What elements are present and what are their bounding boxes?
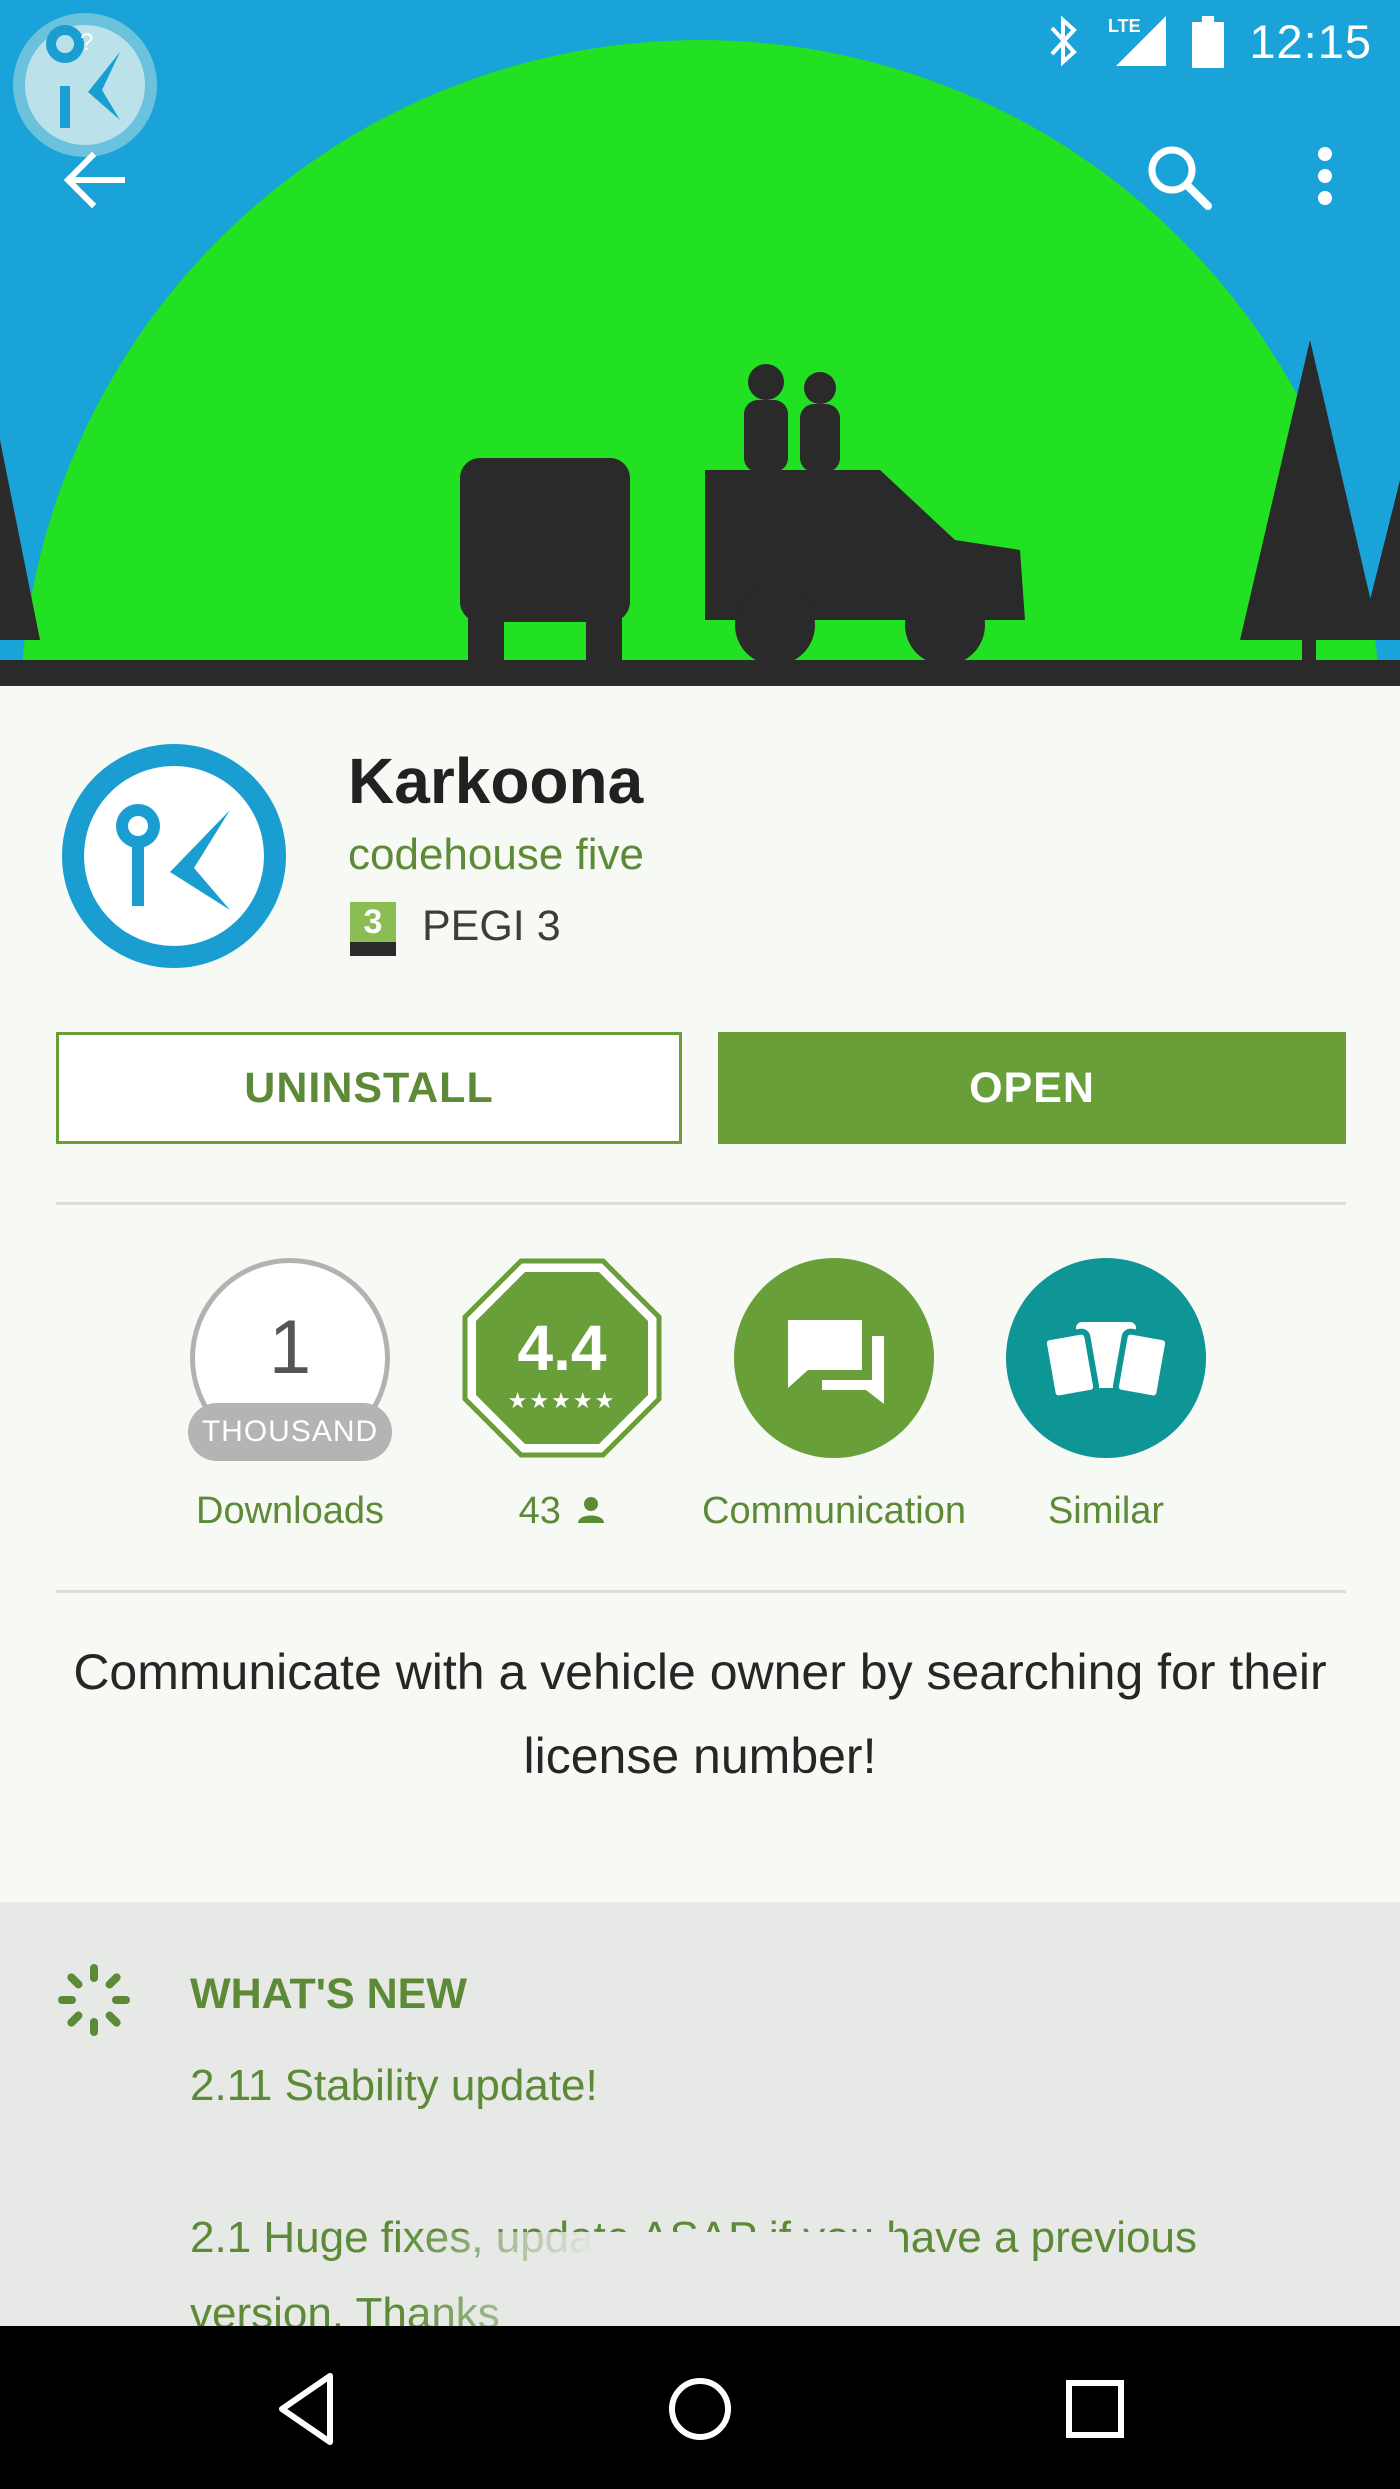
svg-text:?: ? bbox=[80, 29, 93, 56]
whats-new-title: WHAT'S NEW bbox=[190, 1970, 467, 2018]
rating-badge[interactable]: 4.4 ★★★★★ bbox=[462, 1258, 662, 1458]
pegi-number: 3 bbox=[350, 902, 396, 942]
back-triangle-icon[interactable] bbox=[252, 2354, 362, 2464]
rating-count-value: 43 bbox=[518, 1490, 561, 1532]
similar-label[interactable]: Similar bbox=[956, 1490, 1256, 1533]
content-rating-label: PEGI 3 bbox=[422, 902, 561, 950]
uninstall-button[interactable]: UNINSTALL bbox=[56, 1032, 682, 1144]
similar-apps-badge[interactable] bbox=[1006, 1258, 1206, 1458]
svg-text:LTE: LTE bbox=[1108, 16, 1141, 36]
fade-overlay bbox=[400, 2232, 900, 2326]
status-bar: LTE 12:15 bbox=[0, 0, 1400, 84]
person-icon bbox=[578, 1497, 605, 1523]
app-title: Karkoona bbox=[348, 745, 644, 817]
chat-head-logo-icon[interactable]: ? bbox=[10, 10, 160, 160]
bluetooth-icon bbox=[1050, 15, 1077, 67]
search-icon[interactable] bbox=[1140, 138, 1220, 218]
developer-link[interactable]: codehouse five bbox=[348, 830, 644, 880]
hero-banner bbox=[0, 0, 1400, 686]
signal-icon: LTE bbox=[1108, 16, 1166, 66]
system-nav-bar bbox=[0, 2326, 1400, 2489]
hero-illustration bbox=[0, 0, 1400, 686]
loading-spinner-icon bbox=[58, 1964, 130, 2036]
downloads-label: Downloads bbox=[196, 1490, 384, 1532]
more-vert-icon[interactable] bbox=[1300, 138, 1350, 218]
battery-icon bbox=[1192, 16, 1224, 68]
rating-count[interactable]: 43 bbox=[412, 1490, 712, 1533]
divider bbox=[56, 1202, 1346, 1205]
category-communication-badge[interactable] bbox=[734, 1258, 934, 1458]
rating-value: 4.4 bbox=[518, 1312, 607, 1384]
rating-stars-icon: ★★★★★ bbox=[508, 1389, 617, 1414]
divider bbox=[56, 1590, 1346, 1593]
app-icon bbox=[62, 744, 286, 968]
downloads-count: 1 bbox=[268, 1305, 312, 1390]
home-circle-icon[interactable] bbox=[645, 2354, 755, 2464]
pegi-rating-icon: 3 bbox=[350, 902, 396, 956]
open-button[interactable]: OPEN bbox=[718, 1032, 1346, 1144]
category-label[interactable]: Communication bbox=[684, 1490, 984, 1533]
downloads-unit: THOUSAND bbox=[188, 1403, 392, 1461]
app-description[interactable]: Communicate with a vehicle owner by sear… bbox=[60, 1630, 1340, 1798]
whats-new-section[interactable]: WHAT'S NEW 2.11 Stability update! 2.1 Hu… bbox=[0, 1902, 1400, 2326]
status-time: 12:15 bbox=[1249, 15, 1372, 68]
recents-square-icon[interactable] bbox=[1040, 2354, 1150, 2464]
back-arrow-icon[interactable] bbox=[56, 140, 136, 220]
